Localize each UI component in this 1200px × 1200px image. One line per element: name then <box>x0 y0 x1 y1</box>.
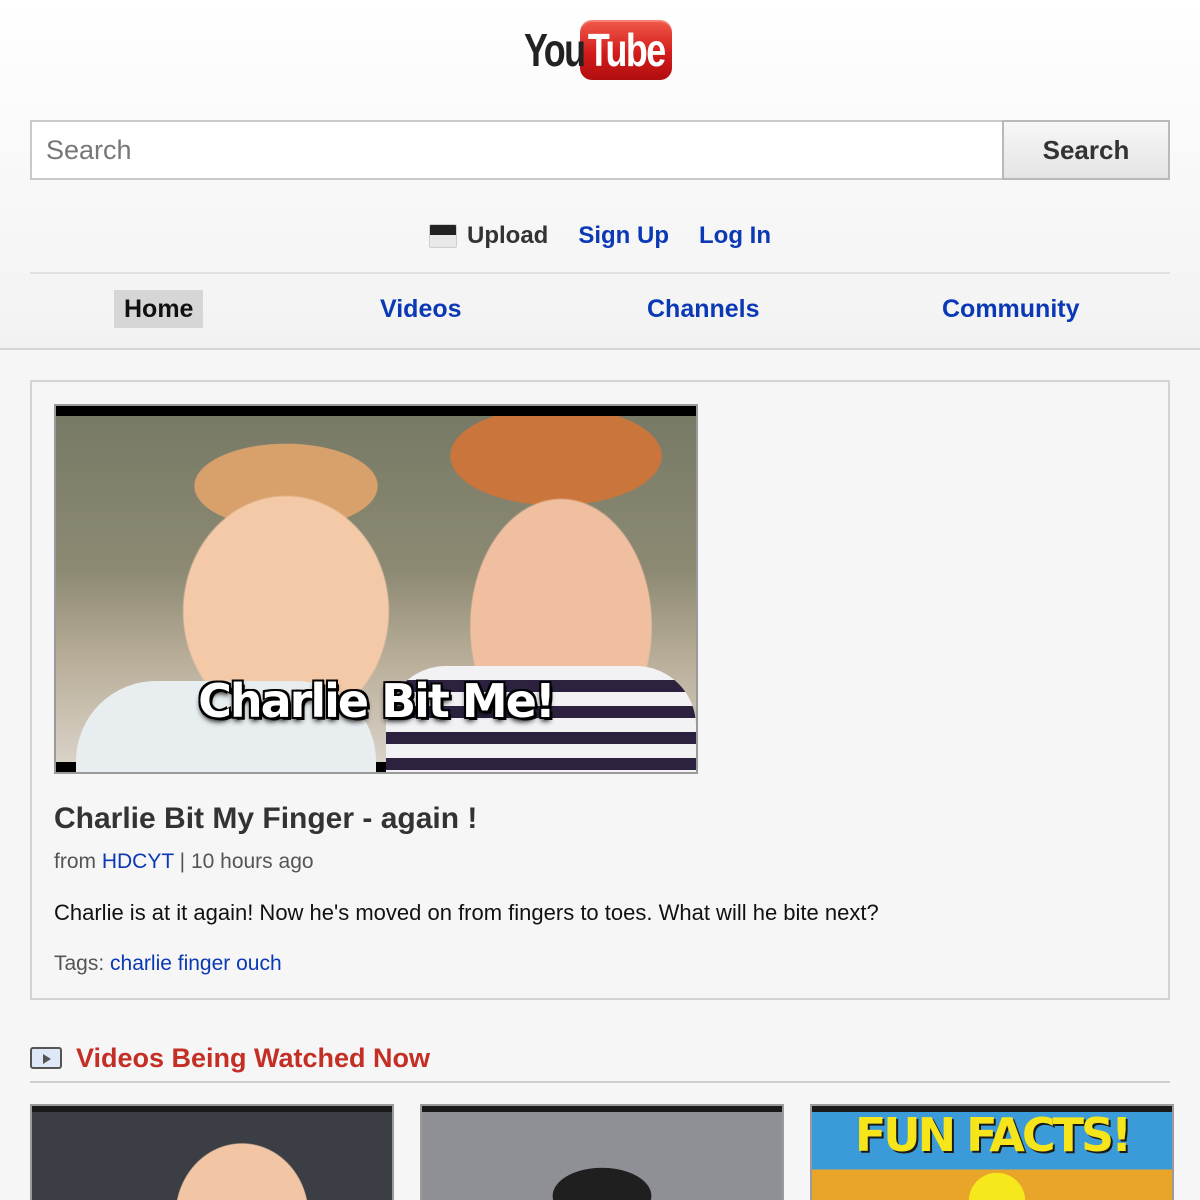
featured-video-meta: from HDCYT | 10 hours ago <box>54 850 314 874</box>
nav-divider <box>30 272 1170 274</box>
thumbnail-caption: Charlie Bit Me! <box>198 674 556 728</box>
watched-video-thumbnail[interactable] <box>420 1104 784 1200</box>
tab-home[interactable]: Home <box>114 290 204 328</box>
upload-label: Upload <box>467 222 549 249</box>
featured-video: Charlie Bit Me! Charlie Bit My Finger - … <box>30 380 1170 1000</box>
logo-tube-badge: Tube <box>580 20 672 80</box>
thumbnail-image: Charlie Bit Me! <box>56 416 696 772</box>
tags-label: Tags: <box>54 952 105 975</box>
watched-now-header: Videos Being Watched Now <box>30 1038 430 1078</box>
tv-icon <box>30 1047 62 1069</box>
tab-videos[interactable]: Videos <box>370 290 472 328</box>
sign-up-link[interactable]: Sign Up <box>578 222 669 250</box>
tab-channels[interactable]: Channels <box>637 290 770 328</box>
watched-video-thumbnail[interactable] <box>30 1104 394 1200</box>
user-links: Upload Sign Up Log In <box>0 216 1200 256</box>
watched-now-title: Videos Being Watched Now <box>76 1042 431 1073</box>
tags-link[interactable]: charlie finger ouch <box>110 952 282 975</box>
featured-video-title[interactable]: Charlie Bit My Finger - again ! <box>54 802 477 836</box>
section-divider <box>30 1081 1170 1083</box>
youtube-logo[interactable]: You Tube <box>524 20 672 80</box>
search-button[interactable]: Search <box>1002 120 1170 180</box>
search-input[interactable] <box>30 120 1004 180</box>
site-header: You Tube Search Upload Sign Up Log In Ho… <box>0 0 1200 350</box>
tab-community[interactable]: Community <box>932 290 1090 328</box>
from-label: from <box>54 850 96 873</box>
upload-link[interactable]: Upload <box>429 222 548 250</box>
meta-separator: | <box>179 850 186 873</box>
log-in-link[interactable]: Log In <box>699 222 771 250</box>
channel-link[interactable]: HDCYT <box>102 850 174 873</box>
logo-you-text: You <box>524 24 586 76</box>
featured-video-tags: Tags: charlie finger ouch <box>54 952 282 976</box>
logo-tube-text: Tube <box>587 24 666 76</box>
thumbnail-caption: FUN FACTS! <box>854 1108 1132 1162</box>
featured-video-description: Charlie is at it again! Now he's moved o… <box>54 900 879 925</box>
featured-thumbnail[interactable]: Charlie Bit Me! <box>54 404 698 774</box>
watched-video-thumbnail[interactable]: FUN FACTS! <box>810 1104 1174 1200</box>
upload-icon <box>429 224 458 248</box>
time-ago: 10 hours ago <box>190 850 314 873</box>
